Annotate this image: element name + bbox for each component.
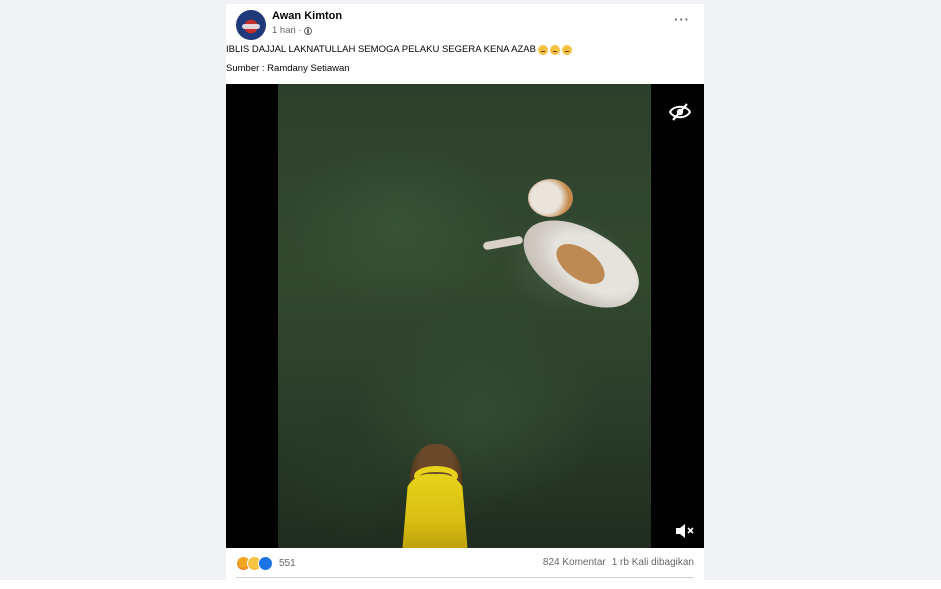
caption-text: IBLIS DAJJAL LAKNATULLAH SEMOGA PELAKU S…	[226, 44, 536, 55]
angry-emoji-icon	[537, 44, 548, 55]
eye-slash-icon[interactable]	[668, 100, 692, 124]
reaction-summary[interactable]: 551	[236, 556, 296, 571]
post-stats: 824 Komentar 1 rb Kali dibagikan	[543, 557, 694, 568]
comments-count-link[interactable]: 824 Komentar	[543, 557, 606, 568]
reaction-count: 551	[279, 558, 296, 569]
globe-icon	[303, 26, 312, 35]
video-cat	[482, 179, 653, 326]
more-options-button[interactable]: ···	[674, 12, 690, 27]
author-avatar[interactable]	[236, 10, 266, 40]
care-reaction-icon	[258, 556, 273, 571]
angry-emoji-icon	[561, 44, 572, 55]
post-meta: 1 hari ·	[272, 25, 312, 36]
post-source: Sumber : Ramdany Setiawan	[226, 63, 350, 74]
shares-count-link[interactable]: 1 rb Kali dibagikan	[612, 557, 694, 568]
angry-emoji-icon	[549, 44, 560, 55]
post-card: Awan Kimton 1 hari · ··· IBLIS DAJJAL LA…	[226, 4, 704, 580]
footer-divider	[236, 577, 694, 578]
video-frame	[278, 84, 653, 548]
post-time[interactable]: 1 hari ·	[272, 25, 302, 36]
author-name[interactable]: Awan Kimton	[272, 10, 342, 22]
post-caption: IBLIS DAJJAL LAKNATULLAH SEMOGA PELAKU S…	[226, 44, 572, 55]
mute-icon[interactable]	[674, 522, 694, 540]
bottom-strip	[0, 580, 941, 589]
video-player[interactable]	[226, 84, 704, 548]
video-foot	[402, 444, 470, 548]
